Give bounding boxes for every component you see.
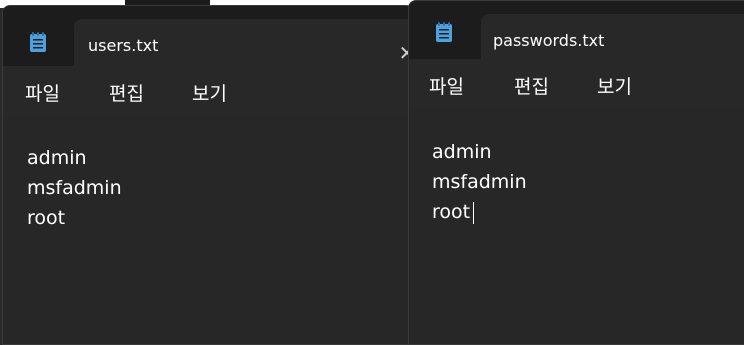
menu-edit[interactable]: 편집 — [109, 79, 144, 106]
notepad-window-passwords[interactable]: passwords.txt 파일 편집 보기 admin msfadmin ro… — [408, 0, 744, 345]
menu-file[interactable]: 파일 — [429, 72, 464, 99]
tab-title: users.txt — [88, 36, 159, 55]
tab-title: passwords.txt — [493, 31, 605, 50]
tab-users-txt[interactable]: users.txt ✕ — [74, 19, 413, 66]
text-caret — [473, 202, 474, 224]
text-line: admin — [432, 141, 492, 163]
text-line: admin — [27, 147, 87, 169]
menu-view[interactable]: 보기 — [192, 79, 227, 106]
tab-passwords-txt[interactable]: passwords.txt — [481, 14, 744, 61]
notepad-icon — [29, 31, 47, 53]
text-line: root — [27, 207, 66, 229]
text-line: root — [432, 201, 471, 223]
text-line: msfadmin — [432, 171, 527, 193]
title-bar[interactable]: users.txt ✕ — [3, 6, 413, 66]
text-editor[interactable]: admin msfadmin root — [3, 116, 413, 344]
menu-edit[interactable]: 편집 — [514, 72, 549, 99]
title-bar[interactable]: passwords.txt — [409, 1, 744, 61]
menu-file[interactable]: 파일 — [25, 79, 60, 106]
text-line: msfadmin — [27, 177, 122, 199]
menu-bar: 파일 편집 보기 — [3, 66, 413, 116]
notepad-window-users[interactable]: users.txt ✕ 파일 편집 보기 admin msfadmin root — [2, 5, 414, 345]
text-editor[interactable]: admin msfadmin root — [409, 109, 744, 344]
menu-view[interactable]: 보기 — [597, 72, 632, 99]
notepad-icon — [435, 21, 453, 43]
menu-bar: 파일 편집 보기 — [409, 59, 744, 109]
